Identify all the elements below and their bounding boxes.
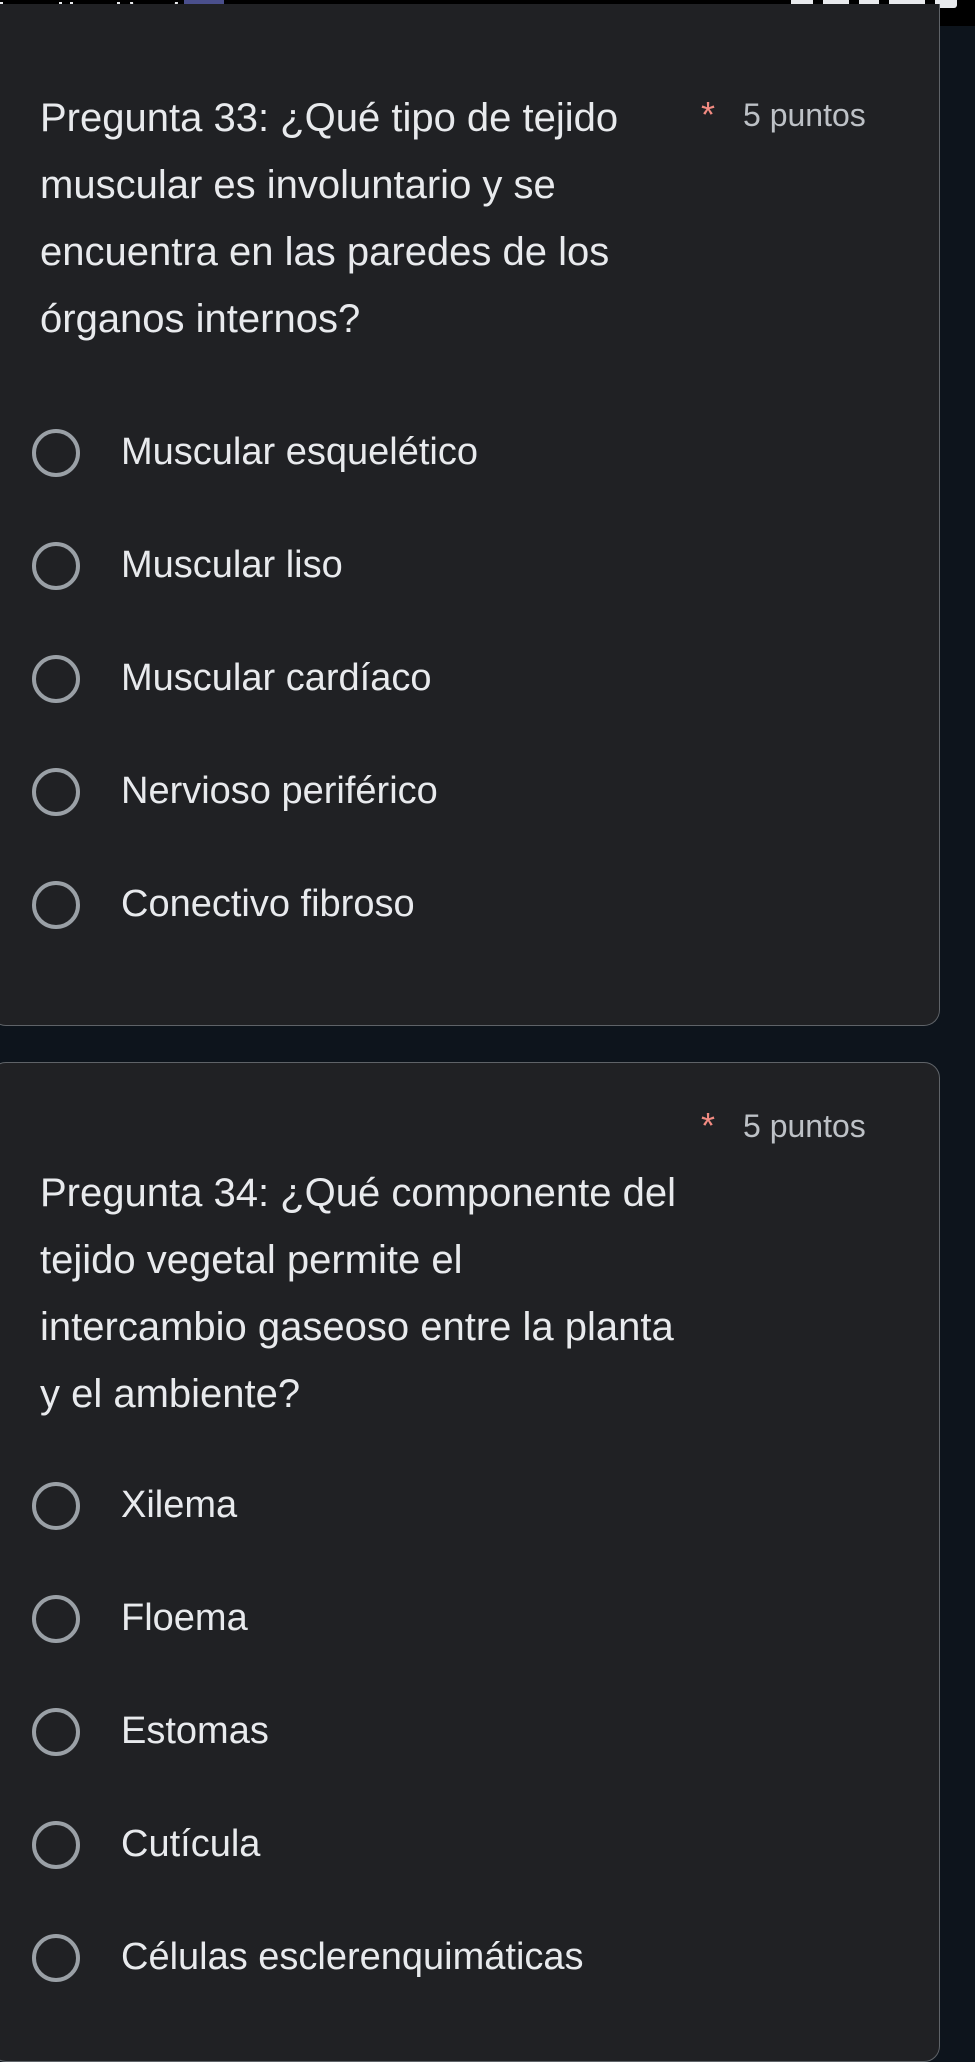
radio-button-icon[interactable] <box>32 428 80 477</box>
radio-button-icon[interactable] <box>32 1933 80 1982</box>
question-points: 5 puntos <box>743 1108 866 1144</box>
option-label: Muscular liso <box>121 544 343 586</box>
radio-button-icon[interactable] <box>32 654 80 703</box>
option-conectivo-fibroso[interactable]: Conectivo fibroso <box>32 848 478 961</box>
option-estomas[interactable]: Estomas <box>32 1675 584 1788</box>
option-floema[interactable]: Floema <box>32 1562 584 1675</box>
option-label: Cutícula <box>121 1823 261 1865</box>
radio-button-icon[interactable] <box>32 541 80 590</box>
options-list: Muscular esquelético Muscular liso Muscu… <box>32 396 478 961</box>
radio-button-icon[interactable] <box>32 1820 80 1869</box>
option-label: Células esclerenquimáticas <box>121 1936 584 1978</box>
required-asterisk: * <box>701 1105 716 1146</box>
question-card-33: Pregunta 33: ¿Qué tipo de tejido muscula… <box>0 4 940 1026</box>
options-list: Xilema Floema Estomas Cutícula Células e… <box>32 1449 584 2014</box>
radio-button-icon[interactable] <box>32 880 80 929</box>
radio-button-icon[interactable] <box>32 1594 80 1643</box>
option-label: Floema <box>121 1597 248 1639</box>
question-title: Pregunta 33: ¿Qué tipo de tejido muscula… <box>40 96 619 341</box>
question-card-34: Pregunta 34: ¿Qué componente del tejido … <box>0 1062 940 2062</box>
option-xilema[interactable]: Xilema <box>32 1449 584 1562</box>
option-muscular-liso[interactable]: Muscular liso <box>32 509 478 622</box>
option-label: Nervioso periférico <box>121 770 438 812</box>
option-label: Muscular esquelético <box>121 431 478 473</box>
option-celulas-esclerenquimaticas[interactable]: Células esclerenquimáticas <box>32 1901 584 2014</box>
option-label: Conectivo fibroso <box>121 883 415 925</box>
option-label: Xilema <box>121 1484 238 1526</box>
radio-button-icon[interactable] <box>32 1707 80 1756</box>
option-cuticula[interactable]: Cutícula <box>32 1788 584 1901</box>
option-label: Muscular cardíaco <box>121 657 432 699</box>
required-asterisk: * <box>701 94 716 135</box>
option-muscular-cardiaco[interactable]: Muscular cardíaco <box>32 622 478 735</box>
radio-button-icon[interactable] <box>32 1481 80 1530</box>
option-nervioso-periferico[interactable]: Nervioso periférico <box>32 735 478 848</box>
option-label: Estomas <box>121 1710 269 1752</box>
question-points: 5 puntos <box>743 97 866 133</box>
option-muscular-esqueletico[interactable]: Muscular esquelético <box>32 396 478 509</box>
radio-button-icon[interactable] <box>32 767 80 816</box>
question-title: Pregunta 34: ¿Qué componente del tejido … <box>40 1171 676 1416</box>
